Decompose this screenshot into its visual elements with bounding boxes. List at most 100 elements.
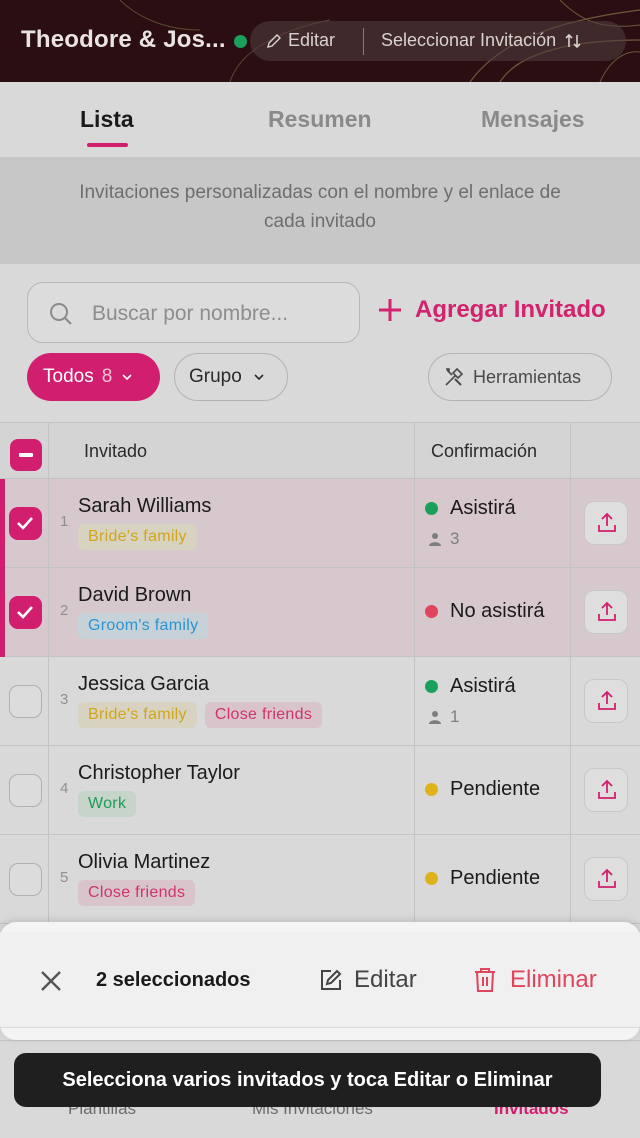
row-number: 3 — [60, 691, 69, 708]
row-number: 2 — [60, 602, 69, 619]
share-icon — [598, 868, 616, 888]
row-checkbox[interactable] — [9, 507, 42, 540]
plus-icon — [379, 299, 401, 321]
app-header: Theodore & Jos... Editar Seleccionar Inv… — [0, 0, 640, 82]
active-tab-indicator — [87, 143, 128, 147]
status-dot — [425, 872, 438, 885]
filter-grupo-chip[interactable]: Grupo — [174, 353, 288, 401]
status-label: No asistirá — [450, 600, 545, 622]
group-tag: Groom's family — [78, 613, 209, 639]
row-checkbox[interactable] — [9, 685, 42, 718]
sort-arrows-icon — [565, 33, 581, 48]
bulk-delete-label: Eliminar — [510, 966, 597, 993]
tab-mensajes[interactable]: Mensajes — [481, 106, 585, 133]
table-row[interactable]: 5 Olivia Martinez Close friends Pendient… — [0, 835, 640, 924]
person-icon — [429, 711, 441, 724]
status-label: Asistirá — [450, 497, 516, 519]
selected-row-accent — [0, 568, 5, 657]
tools-label: Herramientas — [473, 366, 582, 387]
share-icon — [598, 601, 616, 621]
chevron-down-icon — [254, 374, 264, 381]
row-checkbox[interactable] — [9, 596, 42, 629]
confirmation-status: Asistirá — [425, 497, 516, 520]
close-icon[interactable] — [38, 968, 64, 994]
row-number: 4 — [60, 780, 69, 797]
filter-todos-chip[interactable]: Todos 8 — [27, 353, 160, 401]
guest-name[interactable]: David Brown — [78, 584, 191, 607]
table-row[interactable]: 2 David Brown Groom's family No asistirá — [0, 568, 640, 657]
selected-row-accent — [0, 479, 5, 568]
edit-event-label: Editar — [288, 30, 336, 50]
table-row[interactable]: 3 Jessica Garcia Bride's family Close fr… — [0, 657, 640, 746]
share-button[interactable] — [584, 768, 628, 812]
bulk-edit-button[interactable]: Editar — [318, 966, 417, 994]
column-divider — [414, 422, 415, 924]
search-icon — [50, 303, 72, 325]
status-label: Asistirá — [450, 675, 516, 697]
guest-name[interactable]: Olivia Martinez — [78, 851, 210, 874]
select-invitation-label: Seleccionar Invitación — [381, 30, 557, 50]
attendee-count-value: 3 — [450, 529, 460, 548]
status-label: Pendiente — [450, 778, 541, 800]
share-button[interactable] — [584, 590, 628, 634]
table-row[interactable]: 1 Sarah Williams Bride's family Asistirá… — [0, 479, 640, 568]
status-dot — [425, 680, 438, 693]
share-icon — [598, 690, 616, 710]
todos-label: Todos — [43, 366, 94, 387]
confirmation-status: Pendiente — [425, 867, 540, 890]
table-row[interactable]: 4 Christopher Taylor Work Pendiente — [0, 746, 640, 835]
group-tag: Work — [78, 791, 137, 817]
row-checkbox[interactable] — [9, 774, 42, 807]
share-button[interactable] — [584, 679, 628, 723]
bulk-delete-button[interactable]: Eliminar — [472, 966, 597, 994]
status-dot — [425, 502, 438, 515]
tab-lista[interactable]: Lista — [80, 106, 134, 133]
edit-icon — [321, 969, 342, 990]
select-all-checkbox[interactable] — [10, 439, 42, 471]
tools-icon — [445, 367, 464, 386]
pencil-icon — [267, 33, 281, 48]
add-guest-button[interactable]: Agregar Invitado — [377, 296, 606, 324]
status-label: Pendiente — [450, 867, 541, 889]
event-title[interactable]: Theodore & Jos... — [21, 26, 226, 54]
tab-resumen[interactable]: Resumen — [268, 106, 372, 133]
search-input[interactable]: Buscar por nombre... — [92, 302, 288, 326]
guest-name[interactable]: Jessica Garcia — [78, 673, 209, 696]
check-icon — [17, 517, 33, 530]
column-header-guest[interactable]: Invitado — [84, 441, 147, 462]
column-divider — [570, 422, 571, 924]
status-dot — [425, 605, 438, 618]
tools-button[interactable]: Herramientas — [428, 353, 612, 401]
description-line-2: cada invitado — [264, 211, 376, 232]
row-checkbox[interactable] — [9, 863, 42, 896]
description-line-1: Invitaciones personalizadas con el nombr… — [79, 182, 561, 203]
group-tag: Close friends — [78, 880, 196, 906]
select-invitation-button[interactable]: Seleccionar Invitación — [381, 30, 582, 51]
grupo-label: Grupo — [189, 366, 242, 387]
chevron-down-icon — [122, 374, 132, 381]
row-number: 5 — [60, 869, 69, 886]
selected-count: 2 seleccionados — [96, 969, 251, 991]
todos-count: 8 — [101, 366, 113, 387]
group-tag: Close friends — [204, 702, 323, 728]
status-dot — [234, 35, 247, 48]
header-divider — [363, 28, 364, 55]
column-header-confirmation[interactable]: Confirmación — [431, 441, 537, 462]
status-dot — [425, 783, 438, 796]
attendee-count-value: 1 — [450, 707, 460, 726]
bulk-edit-label: Editar — [354, 966, 417, 993]
trash-icon — [475, 968, 495, 992]
share-icon — [598, 512, 616, 532]
share-button[interactable] — [584, 501, 628, 545]
share-button[interactable] — [584, 857, 628, 901]
add-guest-label: Agregar Invitado — [415, 296, 606, 323]
attendee-count: 3 — [428, 529, 459, 549]
guest-name[interactable]: Christopher Taylor — [78, 762, 240, 785]
row-number: 1 — [60, 513, 69, 530]
search-field[interactable]: Buscar por nombre... — [27, 282, 360, 343]
description-banner: Invitaciones personalizadas con el nombr… — [0, 157, 640, 264]
edit-event-button[interactable]: Editar — [266, 30, 335, 51]
confirmation-status: No asistirá — [425, 600, 544, 623]
guest-name[interactable]: Sarah Williams — [78, 495, 211, 518]
share-icon — [598, 779, 616, 799]
